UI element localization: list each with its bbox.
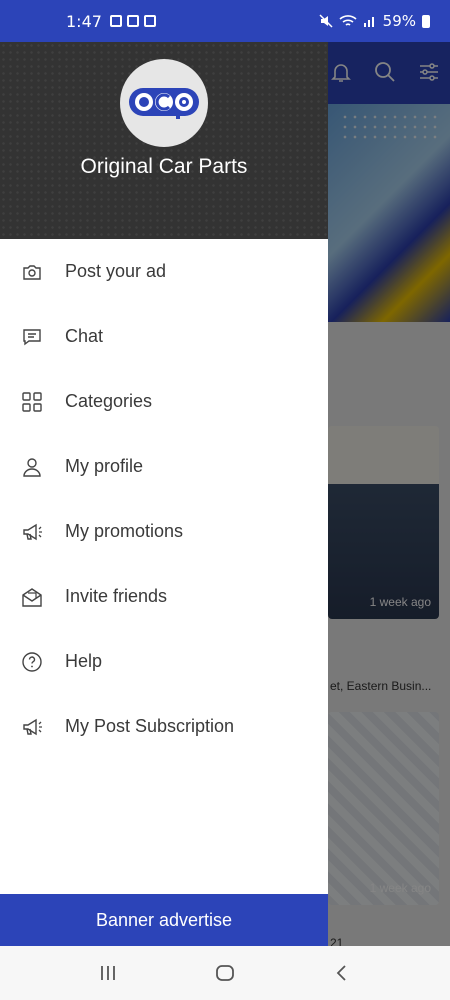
home-button[interactable] (205, 953, 245, 993)
brand-name: Original Car Parts (80, 155, 248, 178)
status-time: 1:47 (66, 11, 102, 31)
wifi-icon (339, 15, 357, 26)
back-icon (336, 965, 346, 981)
chat-icon (21, 326, 43, 348)
menu-item-label: My Post Subscription (65, 716, 235, 736)
home-icon (216, 965, 234, 981)
user-icon (21, 456, 43, 478)
mute-icon (319, 14, 333, 28)
notification-icons (109, 15, 156, 27)
mail-icon (21, 586, 43, 608)
menu-item-my-post-subscription[interactable]: My Post Subscription (0, 694, 328, 759)
menu-item-label: Help (65, 651, 103, 671)
drawer-menu: Post your ad Chat Categories My profile … (0, 239, 328, 759)
battery-icon (422, 14, 430, 28)
camera-icon (21, 261, 43, 283)
grid-icon (21, 391, 43, 413)
menu-item-my-promotions[interactable]: My promotions (0, 499, 328, 564)
help-icon (21, 651, 43, 673)
gallery-notification-icon (109, 15, 122, 27)
ocp-logo-icon (129, 88, 199, 119)
menu-item-post-ad[interactable]: Post your ad (0, 239, 328, 304)
back-button[interactable] (322, 953, 362, 993)
drawer-header: Original Car Parts (0, 42, 328, 239)
calendar-notification-icon (143, 15, 156, 27)
menu-item-invite-friends[interactable]: Invite friends (0, 564, 328, 629)
app-notification-icon (126, 15, 139, 27)
menu-item-label: Categories (65, 391, 153, 411)
menu-item-label: Invite friends (65, 586, 168, 606)
battery-percent: 59% (382, 12, 416, 30)
brand-logo (120, 59, 208, 147)
menu-item-label: Chat (65, 326, 104, 346)
megaphone-icon (21, 521, 43, 543)
menu-item-label: Post your ad (65, 261, 167, 281)
menu-item-label: My promotions (65, 521, 184, 541)
megaphone-icon (21, 716, 43, 738)
banner-advertise-button[interactable]: Banner advertise (0, 894, 328, 946)
system-navigation-bar (0, 946, 450, 1000)
menu-item-my-profile[interactable]: My profile (0, 434, 328, 499)
recent-apps-icon (101, 966, 116, 980)
menu-item-help[interactable]: Help (0, 629, 328, 694)
menu-item-categories[interactable]: Categories (0, 369, 328, 434)
navigation-drawer: Original Car Parts Post your ad Chat Cat… (0, 42, 328, 946)
menu-item-label: My profile (65, 456, 144, 476)
recent-apps-button[interactable] (88, 953, 128, 993)
status-bar: 1:47 59% (0, 0, 450, 42)
signal-icon (363, 17, 374, 27)
menu-item-chat[interactable]: Chat (0, 304, 328, 369)
